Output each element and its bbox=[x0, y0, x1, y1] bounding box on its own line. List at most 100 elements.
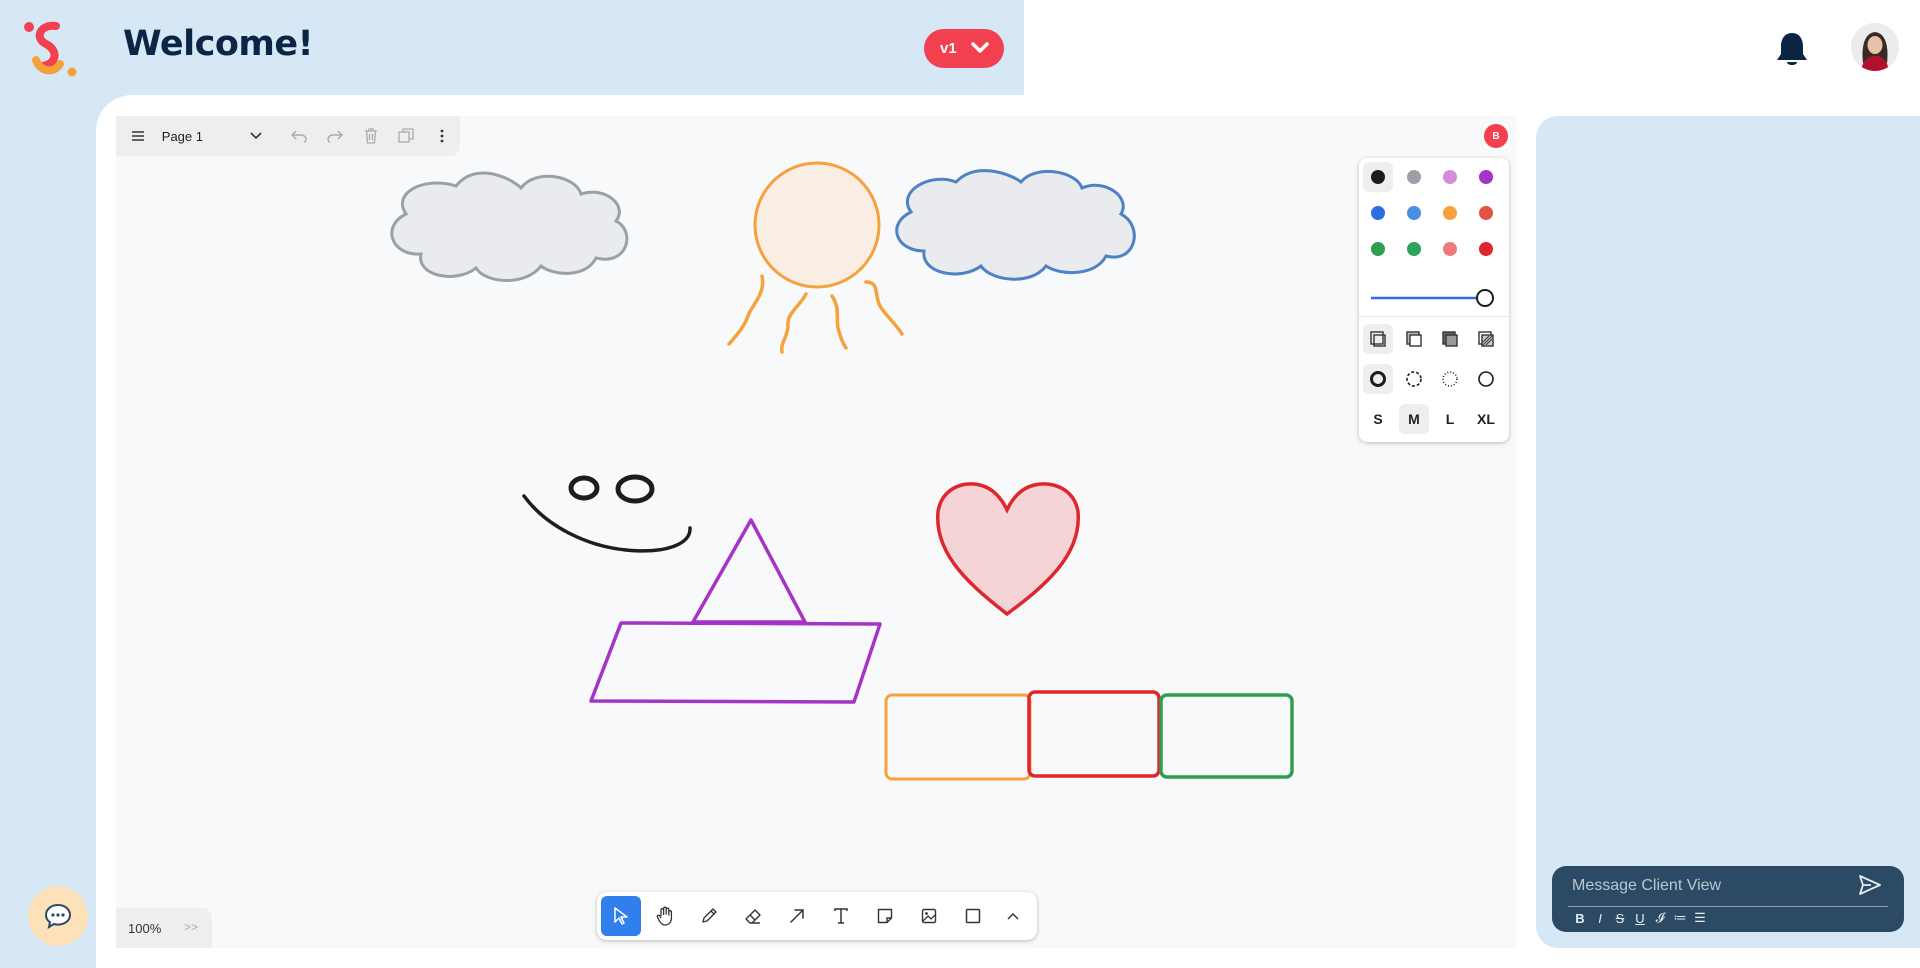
message-composer: B I S U 𝓘 ≔ ☰ bbox=[1552, 866, 1904, 932]
cloud-shape-left bbox=[390, 171, 629, 282]
draw-tool-button[interactable] bbox=[689, 896, 729, 936]
strikethrough-button[interactable]: S bbox=[1612, 908, 1628, 928]
version-dropdown-button[interactable]: v1 bbox=[924, 29, 1004, 68]
dash-dotted-icon bbox=[1442, 371, 1458, 387]
zoom-menu[interactable]: 100% >> bbox=[116, 908, 212, 948]
send-icon[interactable] bbox=[1858, 874, 1882, 896]
style-panel: S M L XL bbox=[1359, 158, 1509, 442]
undo-button[interactable] bbox=[281, 116, 317, 156]
sun-ray-4 bbox=[864, 280, 904, 336]
zoom-level: 100% bbox=[128, 920, 162, 936]
whiteboard-canvas[interactable]: Page 1 B S M L XL 100% >> bbox=[116, 116, 1516, 948]
color-swatch-red[interactable] bbox=[1471, 234, 1501, 264]
fill-semi-icon bbox=[1406, 331, 1422, 347]
color-swatch-light-green[interactable] bbox=[1399, 234, 1429, 264]
bell-icon[interactable] bbox=[1774, 30, 1810, 68]
underline-button[interactable]: U bbox=[1632, 908, 1648, 928]
eraser-tool-button[interactable] bbox=[733, 896, 773, 936]
bold-button[interactable]: B bbox=[1572, 908, 1588, 928]
duplicate-button[interactable] bbox=[388, 116, 424, 156]
app-logo[interactable] bbox=[22, 20, 78, 78]
sticky-note-icon bbox=[877, 908, 893, 924]
fill-semi-option[interactable] bbox=[1399, 324, 1429, 354]
chat-launcher-button[interactable] bbox=[28, 886, 88, 946]
sun-circle bbox=[753, 161, 881, 289]
color-swatch-light-blue[interactable] bbox=[1399, 198, 1429, 228]
collaborator-presence-badge[interactable]: B bbox=[1484, 124, 1508, 148]
text-tool-button[interactable] bbox=[821, 896, 861, 936]
page-name[interactable]: Page 1 bbox=[156, 129, 242, 144]
chevron-down-icon bbox=[250, 132, 262, 140]
hand-tool-button[interactable] bbox=[645, 896, 685, 936]
clear-format-button[interactable]: 𝓘 bbox=[1652, 908, 1668, 928]
opacity-slider[interactable] bbox=[1371, 288, 1497, 308]
color-dot bbox=[1407, 170, 1421, 184]
dash-dashed-option[interactable] bbox=[1399, 364, 1429, 394]
hamburger-icon bbox=[131, 131, 144, 141]
delete-button[interactable] bbox=[353, 116, 389, 156]
size-xl-option[interactable]: XL bbox=[1471, 404, 1501, 434]
color-dot bbox=[1371, 206, 1385, 220]
menu-button[interactable] bbox=[120, 116, 156, 156]
color-dot bbox=[1407, 206, 1421, 220]
pencil-icon bbox=[702, 908, 717, 923]
more-tools-button[interactable] bbox=[993, 896, 1033, 936]
redo-button[interactable] bbox=[317, 116, 353, 156]
orange-rectangle bbox=[884, 693, 1032, 781]
fill-solid-option[interactable] bbox=[1435, 324, 1465, 354]
size-l-option[interactable]: L bbox=[1435, 404, 1465, 434]
color-swatch-light-red[interactable] bbox=[1435, 234, 1465, 264]
fill-none-icon bbox=[1370, 331, 1386, 347]
image-tool-button[interactable] bbox=[909, 896, 949, 936]
color-dot bbox=[1479, 206, 1493, 220]
color-dot bbox=[1371, 170, 1385, 184]
user-avatar[interactable] bbox=[1851, 23, 1899, 71]
smile-stroke bbox=[522, 494, 692, 553]
size-m-option[interactable]: M bbox=[1399, 404, 1429, 434]
note-tool-button[interactable] bbox=[865, 896, 905, 936]
dash-solid-icon bbox=[1478, 371, 1494, 387]
version-label: v1 bbox=[940, 40, 957, 57]
ordered-list-button[interactable]: ≔ bbox=[1672, 908, 1688, 928]
chevron-up-icon bbox=[1007, 912, 1019, 920]
dash-solid-option[interactable] bbox=[1471, 364, 1501, 394]
color-dot bbox=[1479, 170, 1493, 184]
color-swatch-grey[interactable] bbox=[1399, 162, 1429, 192]
rectangle-tool-button[interactable] bbox=[953, 896, 993, 936]
color-dot bbox=[1443, 242, 1457, 256]
undo-icon bbox=[291, 130, 307, 143]
header-left-area: Welcome! v1 bbox=[0, 0, 1024, 95]
fill-none-option[interactable] bbox=[1363, 324, 1393, 354]
color-swatch-green[interactable] bbox=[1363, 234, 1393, 264]
size-s-option[interactable]: S bbox=[1363, 404, 1393, 434]
bullet-list-button[interactable]: ☰ bbox=[1692, 908, 1708, 928]
color-swatch-black[interactable] bbox=[1363, 162, 1393, 192]
redo-icon bbox=[327, 130, 343, 143]
color-dot bbox=[1407, 242, 1421, 256]
color-dot bbox=[1371, 242, 1385, 256]
color-swatch-blue[interactable] bbox=[1363, 198, 1393, 228]
page-toolbar: Page 1 bbox=[116, 116, 460, 156]
rectangle-icon bbox=[965, 908, 981, 924]
dash-dotted-option[interactable] bbox=[1435, 364, 1465, 394]
expand-navigation-icon[interactable]: >> bbox=[184, 920, 198, 934]
fill-pattern-option[interactable] bbox=[1471, 324, 1501, 354]
italic-button[interactable]: I bbox=[1592, 908, 1608, 928]
duplicate-icon bbox=[398, 128, 414, 143]
trash-icon bbox=[364, 128, 377, 144]
color-swatch-orange[interactable] bbox=[1435, 198, 1465, 228]
color-swatch-light-violet[interactable] bbox=[1435, 162, 1465, 192]
dash-draw-option[interactable] bbox=[1363, 364, 1393, 394]
page-dropdown-button[interactable] bbox=[241, 116, 271, 156]
select-tool-button[interactable] bbox=[601, 896, 641, 936]
cursor-icon bbox=[614, 907, 628, 925]
message-input[interactable] bbox=[1572, 874, 1852, 898]
color-swatch-violet[interactable] bbox=[1471, 162, 1501, 192]
arrow-tool-button[interactable] bbox=[777, 896, 817, 936]
tools-toolbar bbox=[597, 892, 1037, 940]
color-swatch-red-orange[interactable] bbox=[1471, 198, 1501, 228]
more-options-button[interactable] bbox=[424, 116, 460, 156]
page-title: Welcome! bbox=[123, 24, 314, 64]
image-icon bbox=[921, 908, 937, 924]
drawing-layer[interactable] bbox=[116, 116, 1516, 948]
